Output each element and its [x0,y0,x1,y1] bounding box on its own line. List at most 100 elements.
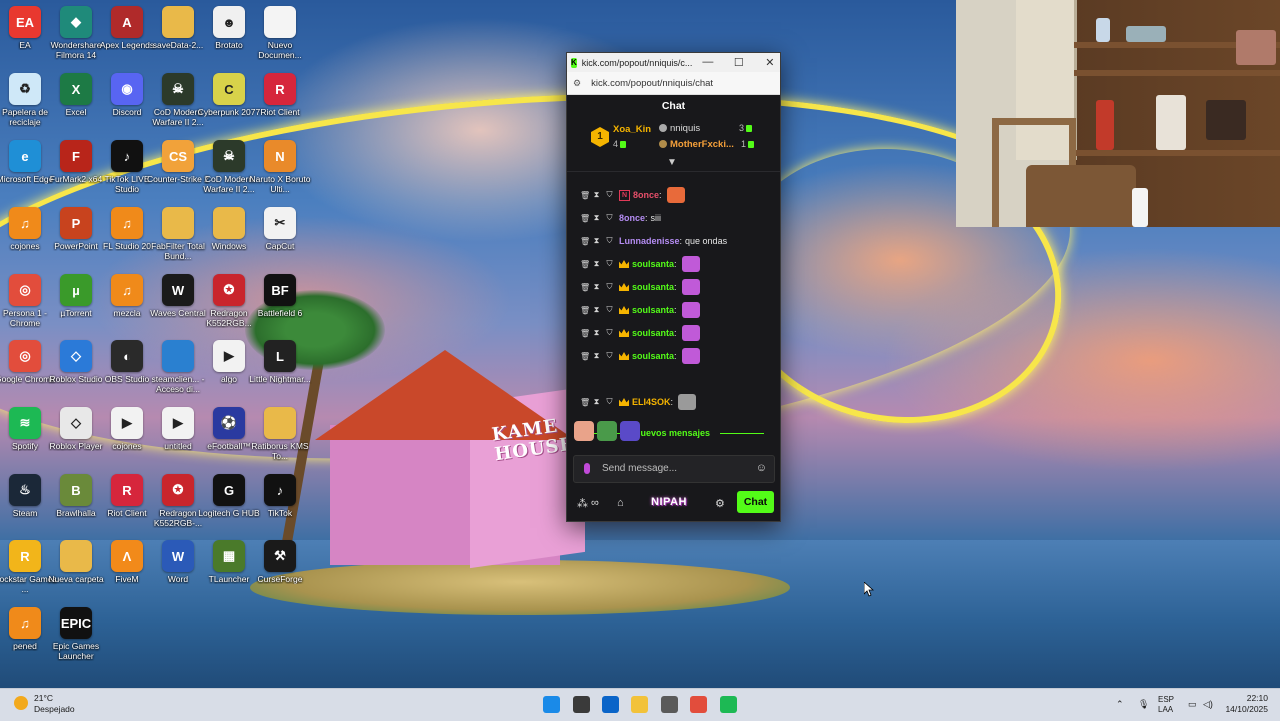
chat-message[interactable]: 🗑 ⧗ ⛉ 8once: siii [580,209,661,227]
chat-message[interactable]: 🗑 ⧗ ⛉ soulsanta: [580,324,700,342]
settings-gear-icon[interactable]: ⚙ [715,497,725,510]
desktop-icon[interactable]: ✂ CapCut [248,205,312,271]
chat-username[interactable]: Lunnadenisse [619,236,680,246]
timeout-icon[interactable]: ⧗ [593,236,600,246]
volume-icon[interactable]: ◁) [1203,699,1213,710]
crown-badge-icon [619,398,629,406]
timeout-icon[interactable]: ⧗ [593,282,600,292]
maximize-button[interactable]: ☐ [723,56,754,69]
desktop-icon[interactable]: Nuevo Documen... [248,4,312,70]
mouse-cursor [863,581,875,602]
chat-username[interactable]: 8once [633,190,659,200]
task-view-taskbar-icon[interactable] [573,696,590,713]
network-icon[interactable]: ▭ [1188,699,1197,710]
infinity-icon[interactable]: ∞ [591,497,599,509]
chat-message[interactable]: 🗑 ⧗ ⛉ soulsanta: [580,301,700,319]
mod-shield-icon[interactable]: ⛉ [606,351,613,361]
chat-message[interactable]: 🗑 ⧗ ⛉ soulsanta: [580,278,700,296]
windows-start-taskbar-icon[interactable] [543,696,560,713]
mod-shield-icon[interactable]: ⛉ [606,259,613,269]
tray-overflow-icon[interactable]: ⌃ [1116,699,1124,710]
emote-button[interactable] [597,421,617,441]
address-bar[interactable]: ⚙ kick.com/popout/nniquis/chat [567,72,780,95]
desktop-icon-label: Riot Client [260,107,300,117]
mod-shield-icon[interactable]: ⛉ [606,190,613,200]
chat-username[interactable]: 8once [619,213,645,223]
emote-button[interactable] [574,421,594,441]
timeout-icon[interactable]: ⧗ [593,397,600,407]
chat-username[interactable]: soulsanta [632,282,674,292]
leaderboard-third-user[interactable]: MotherFxcki... [659,139,734,150]
leaderboard-third-count: 1 [741,139,755,149]
send-chat-button[interactable]: Chat [737,491,774,513]
delete-icon[interactable]: 🗑 [580,283,590,292]
chat-username[interactable]: soulsanta [632,305,674,315]
leaderboard-second-user[interactable]: nniquis [659,123,700,134]
keyboard-layout: LAA [1158,705,1174,714]
microphone-tray-icon[interactable]: 🎙 [1138,699,1149,710]
minimize-button[interactable]: — [692,56,723,69]
desktop-icon[interactable]: BF Battlefield 6 [248,272,312,338]
delete-icon[interactable]: 🗑 [580,237,590,246]
delete-icon[interactable]: 🗑 [580,214,590,223]
chat-message[interactable]: 🗑 ⧗ ⛉ ELI4SOK: [580,393,697,411]
desktop-icon[interactable]: ♪ TikTok [248,472,312,538]
desktop-icon[interactable]: ⚒ CurseForge [248,538,312,604]
delete-icon[interactable]: 🗑 [580,352,590,361]
desktop-icon[interactable]: R Riot Client [248,71,312,137]
mod-shield-icon[interactable]: ⛉ [606,213,613,223]
timeout-icon[interactable]: ⧗ [593,305,600,315]
users-icon[interactable]: ⁂ [577,497,588,510]
chat-message[interactable]: 🗑 ⧗ ⛉ Lunnadenisse: que ondas [580,232,727,250]
delete-icon[interactable]: 🗑 [580,398,590,407]
timeout-icon[interactable]: ⧗ [593,328,600,338]
leaderboard-top-user[interactable]: Xoa_Kin [613,124,651,135]
delete-icon[interactable]: 🗑 [580,191,590,200]
desktop-icon[interactable]: L Little Nightmar... [248,338,312,404]
outlook-taskbar-icon[interactable] [602,696,619,713]
message-input[interactable]: Send message... ☺ [573,455,775,483]
mod-shield-icon[interactable]: ⛉ [606,282,613,292]
close-button[interactable]: ✕ [754,56,785,69]
weather-widget[interactable]: 21°C Despejado [14,693,75,715]
mod-shield-icon[interactable]: ⛉ [606,236,613,246]
desktop-icon[interactable]: Ratiborus KMS To... [248,405,312,471]
app-icon: ♫ [9,207,41,239]
gem-icon [746,125,753,133]
desktop-icon-label: Ratiborus KMS To... [251,441,309,461]
language-indicator[interactable]: ESP LAA [1158,695,1174,715]
window-titlebar[interactable]: K kick.com/popout/nniquis/c... — ☐ ✕ [567,53,780,72]
delete-icon[interactable]: 🗑 [580,329,590,338]
emote-button[interactable] [620,421,640,441]
site-settings-icon[interactable]: ⚙ [573,78,581,89]
spotify-taskbar-icon[interactable] [720,696,737,713]
delete-icon[interactable]: 🗑 [580,260,590,269]
chat-username[interactable]: soulsanta [632,328,674,338]
nipah-button[interactable]: NIPAH [651,496,687,508]
mod-shield-icon[interactable]: ⛉ [606,397,613,407]
github-copilot-taskbar-icon[interactable] [661,696,678,713]
expand-leaderboard-icon[interactable]: ▼ [667,157,677,168]
emote-picker-icon[interactable]: ☺ [756,462,767,474]
clock[interactable]: 22:10 14/10/2025 [1224,693,1268,715]
timeout-icon[interactable]: ⧗ [593,351,600,361]
timeout-icon[interactable]: ⧗ [593,190,600,200]
chat-message[interactable]: 🗑 ⧗ ⛉ soulsanta: [580,347,700,365]
mod-shield-icon[interactable]: ⛉ [606,328,613,338]
chat-emote [681,256,700,272]
timeout-icon[interactable]: ⧗ [593,213,600,223]
timeout-icon[interactable]: ⧗ [593,259,600,269]
microphone-icon[interactable] [584,463,590,474]
chat-message[interactable]: 🗑 ⧗ ⛉ N 8once: [580,186,685,204]
delete-icon[interactable]: 🗑 [580,306,590,315]
chat-username[interactable]: soulsanta [632,259,674,269]
chat-username[interactable]: soulsanta [632,351,674,361]
desktop-icon[interactable]: N Naruto X Boruto Ulti... [248,138,312,204]
chat-username[interactable]: ELI4SOK [632,397,671,407]
mod-shield-icon[interactable]: ⛉ [606,305,613,315]
chrome-taskbar-icon[interactable] [690,696,707,713]
store-icon[interactable]: ⌂ [617,497,624,509]
file-explorer-taskbar-icon[interactable] [631,696,648,713]
chat-message[interactable]: 🗑 ⧗ ⛉ soulsanta: [580,255,700,273]
desktop-icon[interactable]: EPIC Epic Games Launcher [44,605,108,671]
